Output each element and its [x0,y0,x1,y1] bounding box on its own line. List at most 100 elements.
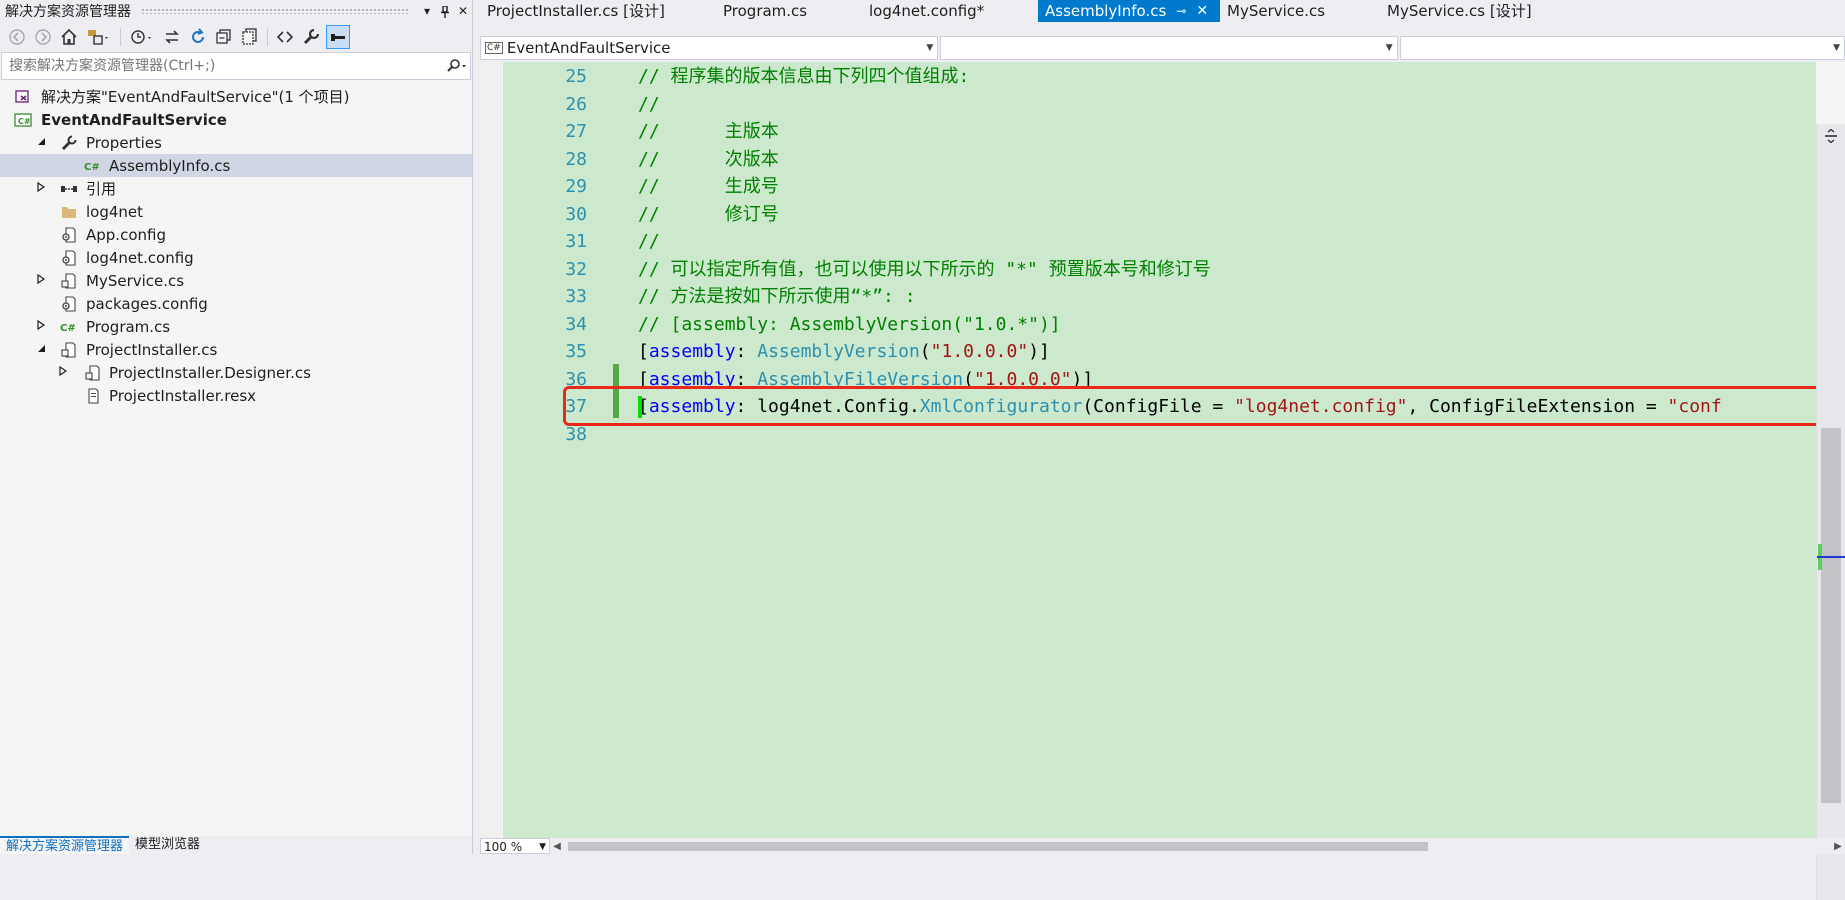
code-line: 33 // 方法是按如下所示使用“*”: : [503,283,1816,310]
refresh-icon[interactable] [187,26,209,48]
editor-bottom-bar: 100 % ▼ ◀ ▶ [480,838,1845,854]
code-token: // 生成号 [638,176,779,197]
code-token: // 方法是按如下所示使用“*”: : [638,286,916,307]
pending-changes-filter-icon[interactable] [127,26,157,48]
search-icon[interactable] [444,59,470,74]
preview-selected-items-icon[interactable] [326,25,350,49]
collapse-all-icon[interactable] [213,26,235,48]
search-input[interactable] [7,57,444,75]
document-tab[interactable]: log4net.config* [862,0,1038,22]
scroll-left-icon[interactable]: ◀ [550,841,564,852]
drag-grip[interactable] [141,8,408,14]
line-number: 34 [565,313,587,335]
tree-item-label: AssemblyInfo.cs [109,156,231,175]
csharp-file-icon: C# [60,318,78,336]
line-code: // 生成号 [638,173,779,200]
line-number: 27 [565,121,587,142]
component-file-icon [60,341,78,359]
code-line: 34 // [assembly: AssemblyVersion("1.0.*")… [503,311,1816,338]
close-panel-icon[interactable]: ✕ [454,4,472,18]
tree-item[interactable]: packages.config [0,292,472,315]
type-dropdown[interactable]: ▼ [940,36,1398,60]
tree-item[interactable]: 引用 [0,177,472,200]
tree-item[interactable]: MyService.cs [0,269,472,292]
tree-item[interactable]: log4net [0,200,472,223]
pin-tab-icon[interactable]: ⊸ [1176,0,1186,22]
code-token: [ [638,341,649,362]
expanded-arrow-icon[interactable] [34,343,48,356]
show-all-files-icon[interactable] [239,26,261,48]
tree-item-label: ProjectInstaller.resx [109,386,257,405]
scroll-right-icon[interactable]: ▶ [1831,841,1845,852]
document-tab[interactable]: ProjectInstaller.cs [设计] [480,0,716,22]
document-tab[interactable]: MyService.cs [1220,0,1380,22]
switch-views-icon[interactable] [84,26,114,48]
tree-item[interactable]: C# AssemblyInfo.cs [0,154,472,177]
tree-item[interactable]: ProjectInstaller.cs [0,338,472,361]
tree-item-label: Properties [86,133,162,152]
document-tab[interactable]: Program.cs [716,0,862,22]
collapsed-arrow-icon[interactable] [34,319,48,333]
project-dropdown[interactable]: C# EventAndFaultService ▼ [480,36,939,60]
code-token: // 主版本 [638,121,779,142]
auto-hide-pin-icon[interactable] [436,4,454,18]
line-code: // 方法是按如下所示使用“*”: : [638,283,916,310]
toolbar-separator [267,28,268,46]
tree-item[interactable]: log4net.config [0,246,472,269]
horizontal-scrollbar[interactable] [564,841,1831,851]
tree-item[interactable]: ProjectInstaller.resx [0,384,472,407]
line-number: 31 [565,231,587,252]
document-tab[interactable]: MyService.cs [设计] [1380,0,1560,22]
document-tab-strip: ProjectInstaller.cs [设计] Program.cs log4ne… [480,0,1845,22]
line-number: 33 [565,286,587,307]
member-dropdown[interactable]: ▼ [1399,36,1845,60]
tree-item[interactable]: C# EventAndFaultService [0,108,472,131]
window-position-dropdown-icon[interactable]: ▾ [418,4,436,18]
chevron-down-icon: ▼ [1385,43,1393,53]
csharp-project-icon: C# [14,111,32,129]
collapsed-arrow-icon[interactable] [34,273,48,287]
line-number: 29 [565,176,587,197]
expanded-arrow-icon[interactable] [34,136,48,149]
back-icon[interactable] [6,26,28,48]
split-window-icon[interactable] [1823,126,1839,144]
sync-with-active-document-icon[interactable] [161,26,183,48]
vertical-scrollbar[interactable] [1816,124,1845,900]
code-token: // 可以指定所有值，也可以使用以下所示的 "*" 预置版本号和修订号 [638,258,1211,280]
horizontal-scroll-thumb[interactable] [568,842,1428,851]
vertical-scroll-thumb[interactable] [1821,428,1841,803]
collapsed-arrow-icon[interactable] [34,181,48,195]
document-tab[interactable]: AssemblyInfo.cs ⊸ ✕ [1038,0,1220,22]
collapsed-arrow-icon[interactable] [56,365,70,379]
tree-item[interactable]: C# Program.cs [0,315,472,338]
indicator-margin[interactable] [480,62,502,838]
tree-item-label: log4net.config [86,248,194,267]
config-file-icon [60,249,78,267]
close-tab-icon[interactable]: ✕ [1196,0,1208,22]
tree-item[interactable]: ProjectInstaller.Designer.cs [0,361,472,384]
forward-icon[interactable] [32,26,54,48]
tree-item-label: ProjectInstaller.cs [86,340,218,359]
view-code-icon[interactable] [274,26,296,48]
line-number: 30 [565,203,587,225]
annotation-highlight-box [563,386,1816,426]
chevron-down-icon: ▼ [926,43,934,53]
code-token: // [638,231,660,252]
document-tab-label: ProjectInstaller.cs [设计] [487,2,665,20]
tree-item-label: App.config [86,225,166,244]
code-line: 28 // 次版本 [503,146,1816,173]
svg-text:C#: C# [18,117,31,126]
tree-item[interactable]: 解决方案"EventAndFaultService"(1 个项目) [0,85,472,108]
tree-item[interactable]: App.config [0,223,472,246]
document-tab-label: Program.cs [723,2,808,20]
properties-wrench-icon[interactable] [300,26,322,48]
home-icon[interactable] [58,26,80,48]
tab-model-browser[interactable]: 模型浏览器 [129,836,206,854]
tab-solution-explorer[interactable]: 解决方案资源管理器 [0,836,130,854]
tree-item-label: MyService.cs [86,271,185,290]
zoom-dropdown[interactable]: 100 % ▼ [480,838,550,854]
tree-item[interactable]: Properties [0,131,472,154]
code-text-area[interactable]: 25 // 程序集的版本信息由下列四个值组成: 26 // 27 // 主版本 28 // 次… [503,62,1816,838]
code-view[interactable]: 25 // 程序集的版本信息由下列四个值组成: 26 // 27 // 主版本 28 // 次… [480,62,1845,900]
tree-item-label: packages.config [86,294,208,313]
